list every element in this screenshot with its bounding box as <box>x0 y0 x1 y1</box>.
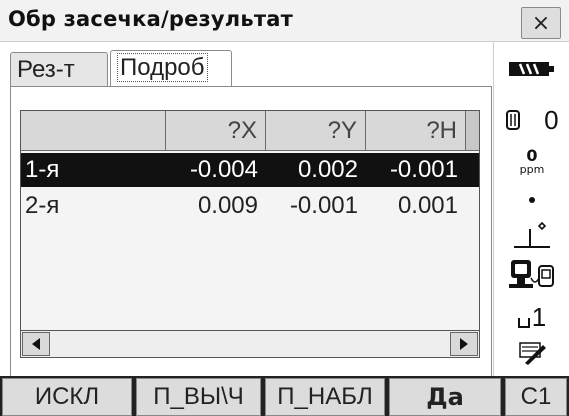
row-dh: -0.001 <box>389 156 458 183</box>
tab-results[interactable]: Рез-т <box>10 52 108 88</box>
softkey-bar: ИСКЛ П_ВЫ\Ч П_НАБЛ Да С1 <box>0 376 569 416</box>
arrow-right-icon <box>460 338 468 350</box>
tab-details-label: Подроб <box>117 53 208 82</box>
laser-indicator <box>494 190 569 210</box>
ppm-value: 0 <box>526 146 538 165</box>
reflector-bracket-icon <box>517 318 530 328</box>
prism-icon <box>506 110 521 130</box>
battery-icon <box>509 62 554 76</box>
softkey-reobserve[interactable]: П_НАБЛ <box>265 378 385 416</box>
row-dx: 0.009 <box>197 192 258 219</box>
prism-constant-value: 0 <box>544 104 559 135</box>
softkey-recalc[interactable]: П_ВЫ\Ч <box>136 378 261 416</box>
row-dh: 0.001 <box>397 192 458 219</box>
close-icon: × <box>531 10 551 36</box>
status-column: 0 0 ppm 1 <box>493 42 569 376</box>
row-dx: -0.004 <box>189 156 258 183</box>
close-button[interactable]: × <box>521 7 561 39</box>
arrow-left-icon <box>32 338 40 350</box>
tilt-indicator <box>494 214 569 254</box>
ppm-unit: ppm <box>519 163 545 176</box>
softkey-yes[interactable]: Да <box>389 378 501 416</box>
table-header: ?X ?Y ?H <box>21 111 479 151</box>
header-dx[interactable]: ?X <box>166 111 266 151</box>
reflector-value: 1 <box>531 301 547 332</box>
row-dy: 0.002 <box>297 156 358 183</box>
ppm-indicator: 0 ppm <box>494 142 569 182</box>
scroll-left-button[interactable] <box>22 332 50 356</box>
window-title: Обр засечка/результат <box>8 7 293 31</box>
table-row[interactable]: 1-я -0.004 0.002 -0.001 <box>21 153 479 187</box>
softkey-exclude[interactable]: ИСКЛ <box>2 378 132 416</box>
input-mode-indicator <box>494 336 569 368</box>
header-overflow <box>466 111 479 151</box>
header-id[interactable] <box>21 111 166 151</box>
interface-indicator <box>494 254 569 294</box>
tilt-icon <box>514 221 550 248</box>
softkey-page[interactable]: С1 <box>505 378 567 416</box>
row-dy: -0.001 <box>289 192 358 219</box>
instrument-icon <box>509 260 554 288</box>
dot-icon <box>529 197 535 203</box>
header-dh[interactable]: ?H <box>366 111 466 151</box>
battery-indicator <box>494 54 569 84</box>
tab-results-label: Рез-т <box>17 56 75 83</box>
tab-details[interactable]: Подроб <box>110 50 232 90</box>
title-bar: Обр засечка/результат × <box>0 0 569 42</box>
prism-constant: 0 <box>494 104 569 136</box>
reflector-indicator: 1 <box>494 300 569 334</box>
pen-icon <box>519 342 546 365</box>
header-dy[interactable]: ?Y <box>266 111 366 151</box>
table-row[interactable]: 2-я 0.009 -0.001 0.001 <box>21 189 479 223</box>
residuals-table: ?X ?Y ?H 1-я -0.004 0.002 -0.001 2-я 0.0… <box>20 110 480 338</box>
horizontal-scrollbar[interactable] <box>20 330 480 358</box>
scroll-right-button[interactable] <box>450 332 478 356</box>
